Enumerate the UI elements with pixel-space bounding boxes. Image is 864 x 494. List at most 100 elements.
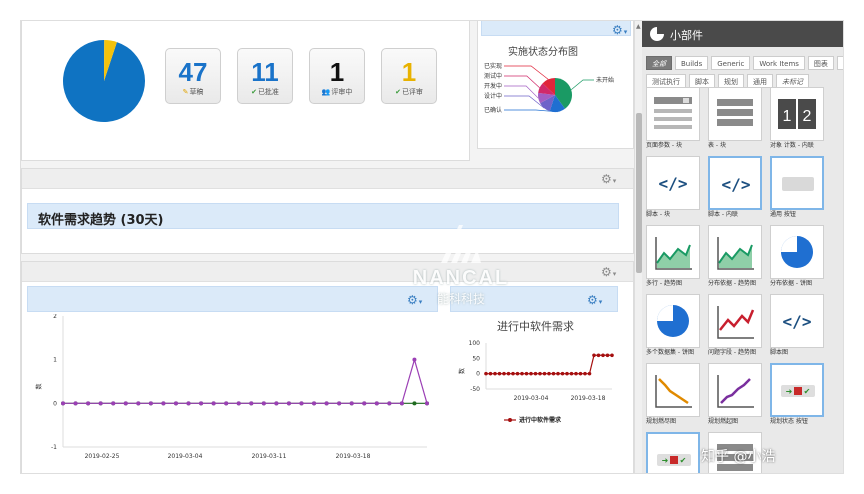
x-tick-label: 2019-03-18 bbox=[336, 453, 371, 460]
data-point bbox=[387, 401, 392, 406]
trend-header-panel: ⚙▾ 软件需求趋势 (30天) bbox=[21, 168, 634, 254]
dashboard-window: 47 ✎草稿 11 ✔已批准 1 👥评审中 1 ✔已评审 ⚙▾ 实施状态分布图 已实现 测试中开… bbox=[20, 20, 844, 474]
data-point bbox=[412, 357, 417, 362]
data-point bbox=[556, 371, 560, 376]
widget-card[interactable]: 多行 - 趋势图 bbox=[646, 225, 700, 289]
stat-button-1[interactable]: 11 ✔已批准 bbox=[237, 48, 293, 104]
chart-title-band bbox=[27, 286, 438, 312]
data-point bbox=[533, 371, 538, 376]
widget-card[interactable]: ➜ ✔ 规划状态 按钮 bbox=[770, 363, 824, 427]
source-credit: 知乎 @小浩 bbox=[701, 449, 776, 465]
pencil-icon: ✎ bbox=[182, 88, 189, 96]
tab-row2-0[interactable]: 测试执行 bbox=[646, 74, 686, 88]
widget-name: 多个数据集 - 饼图 bbox=[646, 349, 694, 356]
data-point bbox=[547, 371, 551, 376]
data-point bbox=[374, 401, 379, 406]
widget-card[interactable]: 页面参数 - 块 bbox=[646, 87, 700, 151]
widget-thumbnail bbox=[770, 156, 824, 210]
button-icon bbox=[782, 177, 814, 191]
stat-button-2[interactable]: 1 👥评审中 bbox=[309, 48, 365, 104]
x-tick-label: 2019-02-25 bbox=[85, 453, 120, 460]
tab-row2-3[interactable]: 通用 bbox=[747, 74, 773, 88]
nancal-watermark: NANCAL 能科科技 bbox=[401, 217, 521, 315]
form-icon bbox=[654, 97, 692, 129]
tab-0[interactable]: 全部 bbox=[646, 56, 672, 70]
widget-card[interactable]: ➜ ✔ bbox=[646, 432, 700, 473]
gear-icon[interactable]: ⚙▾ bbox=[612, 24, 627, 38]
data-point bbox=[274, 401, 279, 406]
data-point bbox=[412, 401, 417, 406]
data-point bbox=[123, 401, 128, 406]
stat-label: 已评审 bbox=[401, 88, 423, 96]
gear-icon[interactable]: ⚙▾ bbox=[601, 266, 616, 280]
x-tick-label: 2019-03-04 bbox=[168, 453, 203, 460]
data-point bbox=[111, 401, 116, 406]
widget-card[interactable]: </> 脚本 - 块 bbox=[646, 156, 700, 220]
widget-card[interactable]: 分布依据 - 饼图 bbox=[770, 225, 824, 289]
tab-4[interactable]: 图表 bbox=[807, 56, 834, 70]
widget-card[interactable]: 规划燃起图 bbox=[708, 363, 762, 427]
widget-name: 对象 计数 - 内联 bbox=[770, 142, 814, 149]
check-icon: ✔ bbox=[395, 88, 401, 96]
stat-button-0[interactable]: 47 ✎草稿 bbox=[165, 48, 221, 104]
widget-card[interactable]: </> 脚本图 bbox=[770, 294, 824, 358]
widget-card[interactable]: 表 - 块 bbox=[708, 87, 762, 151]
status-label: 设计中 bbox=[484, 92, 502, 100]
widget-name: 脚本 - 块 bbox=[646, 211, 670, 218]
widget-card[interactable]: </> 脚本 - 内联 bbox=[708, 156, 762, 220]
widget-name: 分布依据 - 趋势图 bbox=[708, 280, 756, 287]
status-button-icon: ➜ ✔ bbox=[781, 385, 815, 397]
data-point bbox=[224, 401, 229, 406]
tab-5[interactable]: 工作 bbox=[836, 56, 843, 70]
pie-chart-icon bbox=[781, 236, 813, 268]
data-point bbox=[488, 371, 493, 376]
data-point bbox=[578, 371, 583, 376]
category-tabs: 全部BuildsGenericWork Items图表工作 bbox=[646, 51, 843, 70]
scrollbar-up-arrow[interactable]: ▲ bbox=[636, 23, 641, 30]
data-point bbox=[312, 401, 317, 406]
widget-name: 页面参数 - 块 bbox=[646, 142, 682, 149]
trend-line-chart: 2 1 0 -1 数 2019-02-25 2019-03-04 2019-03-11 2019… bbox=[35, 314, 429, 460]
stat-button-3[interactable]: 1 ✔已评审 bbox=[381, 48, 437, 104]
gear-icon[interactable]: ⚙▾ bbox=[587, 294, 602, 308]
widget-card[interactable]: 多个数据集 - 饼图 bbox=[646, 294, 700, 358]
status-label: 开发中 bbox=[484, 82, 502, 90]
svg-text:✔: ✔ bbox=[680, 456, 687, 465]
data-point bbox=[502, 371, 506, 376]
data-point bbox=[199, 401, 204, 406]
tab-row2-2[interactable]: 规划 bbox=[718, 74, 744, 88]
widget-card[interactable]: 规划燃尽图 bbox=[646, 363, 700, 427]
data-point bbox=[515, 371, 520, 376]
data-point bbox=[592, 353, 596, 358]
tab-1[interactable]: Builds bbox=[675, 56, 709, 70]
widget-card[interactable]: 分布依据 - 趋势图 bbox=[708, 225, 762, 289]
overview-pie-chart bbox=[62, 40, 145, 123]
widget-card[interactable]: 问题字段 - 趋势图 bbox=[708, 294, 762, 358]
check-icon: ✔ bbox=[251, 88, 257, 96]
main-scrollbar[interactable]: ▲ bbox=[634, 21, 642, 473]
tab-3[interactable]: Work Items bbox=[753, 56, 805, 70]
widget-card[interactable]: 1 2 对象 计数 - 内联 bbox=[770, 87, 824, 151]
data-point bbox=[506, 371, 511, 376]
tab-2[interactable]: Generic bbox=[711, 56, 751, 70]
status-label: 测试中 bbox=[484, 72, 502, 80]
widget-name: 脚本 - 内联 bbox=[708, 211, 738, 218]
tab-row2-4[interactable]: 未标记 bbox=[776, 74, 809, 88]
area-chart-icon bbox=[655, 237, 692, 270]
y-axis-label: 数 bbox=[35, 383, 43, 389]
gear-icon[interactable]: ⚙▾ bbox=[601, 173, 616, 187]
widget-card[interactable]: 通用 按钮 bbox=[770, 156, 824, 220]
series-line bbox=[486, 354, 612, 375]
data-point bbox=[211, 401, 216, 406]
code-icon: </> bbox=[659, 174, 688, 193]
y-tick-label: 2 bbox=[53, 314, 57, 320]
svg-text:✔: ✔ bbox=[804, 387, 811, 396]
trend-charts-panel: ⚙▾ ⚙▾ 2 1 0 -1 数 2019-02-25 2019-03-04 2019-03-… bbox=[21, 261, 634, 473]
svg-text:</>: </> bbox=[659, 174, 688, 193]
tab-row2-1[interactable]: 脚本 bbox=[689, 74, 715, 88]
stat-label-row: ✔已评审 bbox=[382, 87, 436, 97]
status-button-icon: ➜ ✔ bbox=[657, 454, 691, 466]
widget-thumbnail bbox=[646, 225, 700, 279]
widget-thumbnail: </> bbox=[708, 156, 762, 210]
stat-label-row: ✔已批准 bbox=[238, 87, 292, 97]
